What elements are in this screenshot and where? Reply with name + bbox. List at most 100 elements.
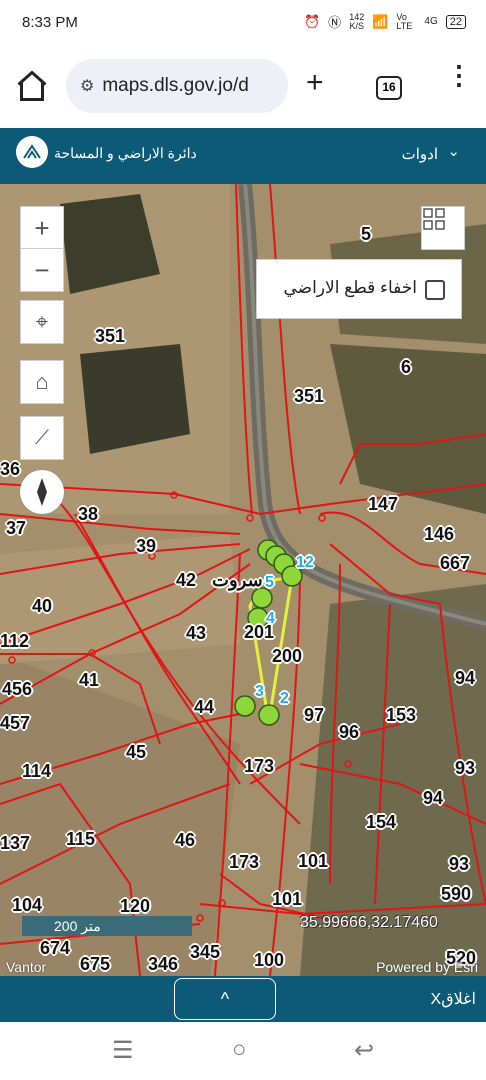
site-settings-icon[interactable]: ⚙: [80, 76, 94, 96]
back-icon[interactable]: ↩: [354, 1036, 374, 1065]
measure-point-label: 12: [296, 554, 314, 571]
alarm-icon: ⏰: [303, 13, 321, 29]
recents-icon[interactable]: ☰: [112, 1036, 134, 1065]
parcel-label: 153: [386, 705, 417, 725]
wifi-icon: 📶: [372, 13, 389, 29]
tools-menu[interactable]: ادوات: [402, 145, 438, 163]
parcel-label: 42: [176, 570, 197, 590]
parcel-label: 93: [455, 758, 476, 778]
parcel-label: 101: [272, 889, 303, 909]
map-view[interactable]: + − ⌖ ⌂ ⟋ اخفاء قطع الاراضي 5 351 6 351 …: [0, 184, 486, 976]
parcel-label: 43: [186, 623, 207, 643]
parcel-label: 104: [12, 895, 43, 915]
parcel-label: 114: [22, 761, 52, 781]
parcel-label: 456: [2, 679, 33, 699]
volte-label: Vo LTE: [396, 11, 413, 31]
compass-icon: [37, 478, 47, 506]
parcel-label: 41: [79, 670, 100, 690]
parcel-label: 674: [40, 938, 71, 958]
parcel-label: 94: [423, 788, 444, 808]
zoom-in-button[interactable]: +: [20, 206, 64, 250]
status-bar: 8:33 PM ⏰ Ⓝ 142 K/S 📶 Vo LTE 4G 22: [0, 0, 486, 46]
house-icon: ⌂: [35, 369, 49, 394]
parcel-label: 38: [78, 504, 99, 524]
parcel-label: 146: [424, 524, 455, 544]
parcel-label: 667: [440, 553, 471, 573]
home-icon: [17, 70, 47, 101]
parcel-label: 351: [95, 326, 126, 346]
hide-parcels-label: اخفاء قطع الاراضي: [283, 278, 417, 297]
hide-parcels-checkbox[interactable]: [425, 280, 445, 300]
parcel-label: 94: [455, 668, 476, 688]
ruler-icon: ⟋: [35, 426, 49, 449]
home-nav-icon[interactable]: ○: [232, 1036, 247, 1064]
parcel-label: 120: [120, 896, 151, 916]
parcel-label: 112: [0, 631, 30, 651]
scale-bar: 200 متر: [22, 916, 192, 936]
coordinate-readout: 35.99666,32.17460: [300, 914, 438, 931]
minus-icon: −: [34, 254, 50, 285]
app-header: دائرة الاراضي و المساحة ادوات ⌄: [0, 128, 486, 184]
system-nav-bar: ☰ ○ ↩: [0, 1022, 486, 1080]
battery-level: 22: [445, 14, 466, 29]
parcel-label: 590: [441, 884, 472, 904]
more-menu-button[interactable]: ⋮: [446, 62, 472, 88]
close-button[interactable]: Xاغلاق: [431, 989, 476, 1009]
measure-point-label: 2: [280, 690, 289, 707]
network-type: 4G: [424, 16, 438, 27]
parcel-label: 173: [229, 852, 260, 872]
parcel-label: 44: [194, 697, 215, 717]
parcel-label: 345: [190, 942, 221, 962]
new-tab-button[interactable]: +: [306, 68, 324, 98]
net-speed: 142 K/S: [349, 12, 364, 31]
parcel-label: 173: [244, 756, 275, 776]
parcel-label: 36: [0, 459, 21, 479]
parcel-label: 40: [32, 596, 53, 616]
parcel-label: 200: [272, 646, 303, 666]
nfc-icon: Ⓝ: [328, 15, 342, 30]
measure-point-label: 5: [265, 574, 274, 591]
browser-toolbar: ⚙ maps.dls.gov.jo/d + 16 ⋮: [0, 46, 486, 128]
zoom-out-button[interactable]: −: [20, 248, 64, 292]
crosshair-icon: ⌖: [35, 309, 49, 334]
agency-title: دائرة الاراضي و المساحة: [54, 145, 197, 161]
parcel-label: 457: [0, 713, 31, 733]
parcel-label: 101: [298, 851, 329, 871]
tab-switcher-button[interactable]: 16: [376, 76, 402, 100]
parcel-label: 93: [449, 854, 470, 874]
parcel-label: 346: [148, 954, 179, 974]
parcel-label: سروت: [212, 570, 263, 590]
parcel-label: 37: [6, 518, 27, 538]
bottom-panel-bar: ^ Xاغلاق: [0, 976, 486, 1022]
locate-button[interactable]: ⌖: [20, 300, 64, 344]
parcel-label: 137: [0, 833, 31, 853]
clock: 8:33 PM: [22, 14, 78, 31]
parcel-label: 115: [66, 829, 96, 849]
parcel-label: 96: [339, 722, 360, 742]
home-extent-button[interactable]: ⌂: [20, 360, 64, 404]
chevron-down-icon[interactable]: ⌄: [447, 142, 460, 160]
parcel-label: 675: [80, 954, 111, 974]
home-button[interactable]: [14, 68, 50, 104]
measure-button[interactable]: ⟋: [20, 416, 64, 460]
parcel-label: 97: [304, 705, 325, 725]
hide-parcels-toggle[interactable]: اخفاء قطع الاراضي: [256, 259, 462, 319]
net-speed-unit: K/S: [349, 20, 364, 31]
imagery-attribution: Vantor: [6, 959, 47, 975]
url-text: maps.dls.gov.jo/d: [102, 75, 249, 96]
grid-icon: [423, 208, 445, 230]
parcel-label: 351: [294, 386, 325, 406]
plus-icon: +: [34, 212, 50, 243]
address-bar[interactable]: ⚙ maps.dls.gov.jo/d: [66, 59, 288, 113]
compass-button[interactable]: [20, 470, 64, 514]
basemap-gallery-button[interactable]: [421, 206, 465, 250]
parcel-label: 45: [126, 742, 147, 762]
parcel-label: 154: [366, 812, 397, 832]
dls-logo: [16, 136, 48, 168]
parcel-label: 6: [401, 357, 412, 377]
measure-point-label: 3: [255, 683, 264, 700]
expand-panel-button[interactable]: ^: [174, 978, 276, 1020]
esri-attribution: Powered by Esri: [376, 959, 478, 975]
parcel-label: 100: [254, 950, 285, 970]
parcel-label: 147: [368, 494, 399, 514]
